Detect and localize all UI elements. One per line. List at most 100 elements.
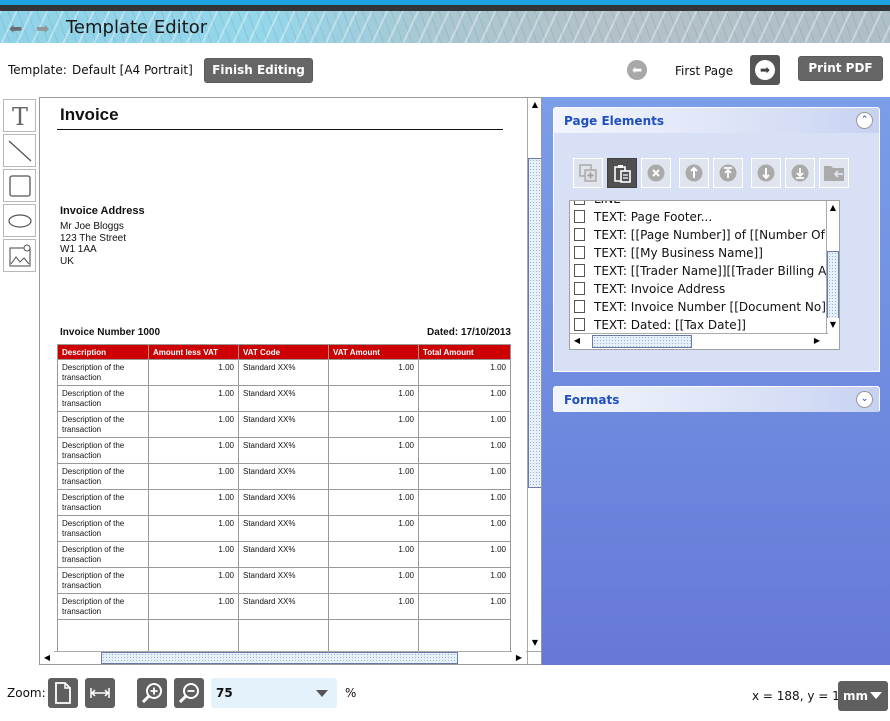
- page-element-item[interactable]: TEXT: Invoice Number [[Document No]]: [570, 298, 828, 316]
- table-cell: Standard XX%: [238, 593, 329, 620]
- move-to-top-icon: [719, 164, 737, 182]
- table-cell: Description of the transaction: [57, 515, 149, 542]
- table-cell: 1.00: [148, 515, 239, 542]
- table-row: Description of the transaction 1.00 Standa…: [57, 359, 511, 386]
- app-title: Template Editor: [66, 17, 208, 38]
- zoom-level-select[interactable]: 75: [211, 678, 337, 708]
- table-cell: 1.00: [328, 437, 419, 464]
- zoom-out-button[interactable]: [174, 678, 204, 708]
- scroll-down-button[interactable]: ▼: [827, 318, 839, 332]
- finish-editing-button[interactable]: Finish Editing: [204, 58, 313, 83]
- invoice-page[interactable]: Invoice Invoice Address Mr Joe Bloggs 12…: [40, 98, 528, 659]
- table-cell: 1.00: [328, 385, 419, 412]
- list-vertical-scrollbar[interactable]: ▲ ▼: [826, 201, 839, 333]
- address-block[interactable]: Mr Joe Bloggs 123 The Street W1 1AA UK: [60, 221, 126, 267]
- formats-header[interactable]: Formats ⌄: [554, 387, 879, 412]
- page-element-item[interactable]: TEXT: Dated: [[Tax Date]]: [570, 316, 828, 334]
- title-underline[interactable]: [57, 129, 503, 130]
- move-to-top-button[interactable]: [713, 158, 743, 188]
- move-down-button[interactable]: [751, 158, 781, 188]
- zoom-level-value: 75: [216, 686, 233, 700]
- duplicate-button[interactable]: [573, 158, 603, 188]
- scrollbar-corner: [527, 651, 541, 664]
- page-element-label: LINE: [594, 201, 621, 206]
- invoice-title[interactable]: Invoice: [60, 105, 119, 125]
- column-header: VAT Code: [238, 344, 329, 360]
- document-icon: [574, 228, 585, 241]
- list-horizontal-thumb[interactable]: [592, 335, 692, 348]
- address-heading[interactable]: Invoice Address: [60, 205, 145, 217]
- canvas-vertical-scrollbar[interactable]: ▲ ▼: [527, 98, 541, 651]
- group-button[interactable]: [819, 158, 849, 188]
- scroll-up-button[interactable]: ▲: [528, 98, 541, 112]
- rectangle-tool[interactable]: [3, 169, 36, 202]
- table-cell: Description of the transaction: [57, 541, 149, 568]
- zoom-label: Zoom:: [7, 686, 46, 700]
- collapse-icon[interactable]: ⌃: [856, 112, 873, 129]
- delete-button[interactable]: [641, 158, 671, 188]
- text-tool[interactable]: T: [3, 99, 36, 132]
- table-cell: Description of the transaction: [57, 359, 149, 386]
- page-element-item[interactable]: TEXT: Page Footer...: [570, 208, 828, 226]
- move-to-bottom-button[interactable]: [785, 158, 815, 188]
- table-cell: 1.00: [418, 541, 511, 568]
- page-element-item[interactable]: TEXT: [[Trader Name]][[Trader Billing Ad…: [570, 262, 828, 280]
- page-elements-list[interactable]: TEXT: Dated: [[Tax Date]] TEXT: Invoice N…: [569, 200, 840, 350]
- scroll-left-button[interactable]: ◀: [570, 334, 584, 348]
- table-cell: Standard XX%: [238, 385, 329, 412]
- table-row: Description of the transaction 1.00 Standa…: [57, 463, 511, 490]
- svg-text:T: T: [11, 103, 27, 129]
- invoice-number[interactable]: Invoice Number 1000: [60, 327, 160, 338]
- scroll-left-button[interactable]: ◀: [40, 651, 54, 664]
- arrow-right-icon[interactable]: ➡: [36, 21, 54, 37]
- expand-icon[interactable]: ⌄: [856, 391, 873, 408]
- page-element-item[interactable]: TEXT: [[My Business Name]]: [570, 244, 828, 262]
- fit-width-button[interactable]: [85, 678, 115, 708]
- move-up-button[interactable]: [679, 158, 709, 188]
- paste-button[interactable]: [607, 158, 637, 188]
- design-canvas[interactable]: Invoice Invoice Address Mr Joe Bloggs 12…: [39, 97, 542, 665]
- scroll-right-button[interactable]: ▶: [810, 334, 824, 348]
- line-tool[interactable]: [3, 134, 36, 167]
- page-elements-header[interactable]: Page Elements ⌃: [554, 108, 879, 133]
- units-select[interactable]: mm: [838, 681, 888, 711]
- zoom-in-button[interactable]: [137, 678, 167, 708]
- page-element-item[interactable]: TEXT: [[Page Number]] of [[Number Of Pag…: [570, 226, 828, 244]
- canvas-horizontal-scrollbar[interactable]: ◀ ▶: [40, 651, 527, 664]
- table-cell: Standard XX%: [238, 463, 329, 490]
- vertical-scroll-thumb[interactable]: [528, 158, 541, 488]
- line-items-table[interactable]: Description Amount less VAT VAT Code VAT…: [57, 344, 511, 659]
- page-element-item[interactable]: TEXT: Invoice Address: [570, 280, 828, 298]
- next-page-button[interactable]: ➡: [750, 55, 780, 85]
- page-indicator: First Page: [675, 64, 734, 78]
- table-row: Description of the transaction 1.00 Standa…: [57, 515, 511, 542]
- image-tool[interactable]: [3, 239, 36, 272]
- scroll-up-button[interactable]: ▲: [827, 201, 839, 215]
- previous-page-button[interactable]: ⬅: [627, 60, 647, 80]
- table-cell: Description of the transaction: [57, 437, 149, 464]
- list-vertical-thumb[interactable]: [827, 251, 839, 321]
- fit-page-button[interactable]: [48, 678, 78, 708]
- table-cell: 1.00: [328, 411, 419, 438]
- print-pdf-button[interactable]: Print PDF: [798, 56, 883, 81]
- table-cell: Description of the transaction: [57, 385, 149, 412]
- horizontal-scroll-thumb[interactable]: [101, 652, 458, 664]
- arrow-left-icon[interactable]: ⬅: [9, 21, 27, 37]
- table-cell: 1.00: [418, 489, 511, 516]
- document-icon: [574, 318, 585, 331]
- fit-width-icon: [90, 688, 110, 698]
- column-header: Amount less VAT: [148, 344, 239, 360]
- document-icon: [574, 282, 585, 295]
- table-cell: 1.00: [418, 437, 511, 464]
- text-icon: T: [11, 103, 27, 129]
- invoice-date[interactable]: Dated: 17/10/2013: [427, 327, 511, 338]
- scroll-down-button[interactable]: ▼: [528, 636, 541, 650]
- panel-title: Page Elements: [564, 114, 664, 128]
- list-horizontal-scrollbar[interactable]: ◀ ▶: [570, 333, 828, 349]
- ellipse-tool[interactable]: [3, 204, 36, 237]
- table-cell: 1.00: [148, 385, 239, 412]
- scroll-right-button[interactable]: ▶: [512, 651, 526, 664]
- page-element-item[interactable]: LINE: [570, 201, 828, 208]
- line-icon: [8, 140, 31, 161]
- table-cell: Standard XX%: [238, 515, 329, 542]
